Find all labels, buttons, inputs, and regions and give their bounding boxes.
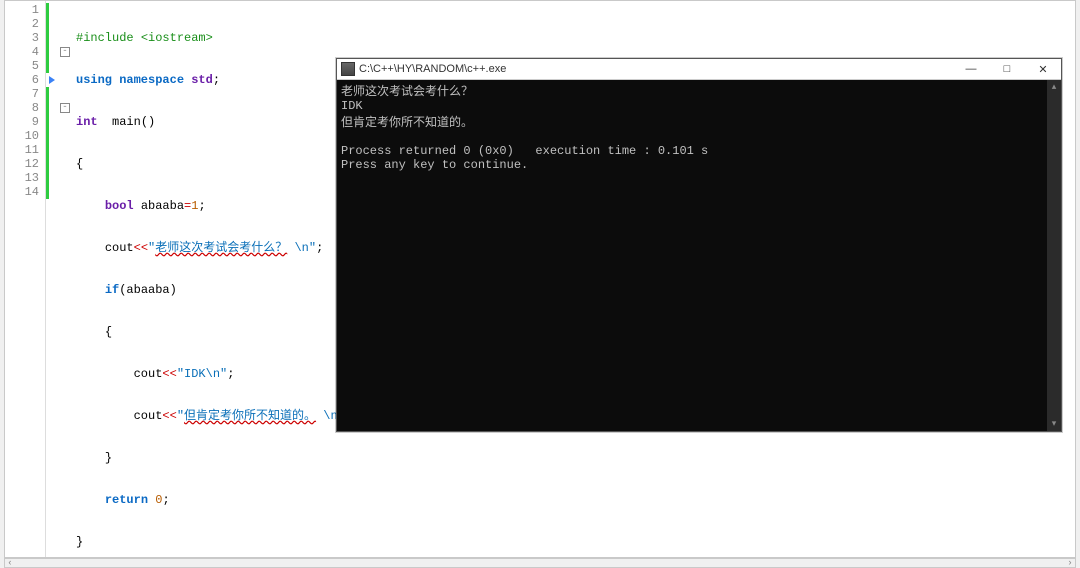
line-number: 3 [5, 31, 45, 45]
line-number: 13 [5, 171, 45, 185]
line-number: 4 [5, 45, 45, 59]
line-number: 9 [5, 115, 45, 129]
change-mark-icon [46, 87, 49, 101]
change-mark-icon [46, 171, 49, 185]
change-mark-icon [46, 59, 49, 73]
editor-horizontal-scrollbar[interactable]: ‹ › [4, 558, 1076, 568]
line-number: 7 [5, 87, 45, 101]
line-number: 6 [5, 73, 45, 87]
console-output[interactable]: 老师这次考试会考什么？ IDK 但肯定考你所不知道的。 Process retu… [337, 80, 1061, 431]
line-number: 1 [5, 3, 45, 17]
change-mark-icon [46, 115, 49, 129]
console-app-icon [341, 62, 355, 76]
line-number: 10 [5, 129, 45, 143]
current-line-arrow-icon [49, 76, 55, 84]
console-scrollbar[interactable]: ▴ ▾ [1047, 80, 1061, 431]
close-icon: ✕ [1038, 63, 1047, 76]
line-number-gutter: 1 2 3 4 5 6 7 8 9 10 11 12 13 14 [5, 1, 46, 557]
line-number: 5 [5, 59, 45, 73]
fold-gutter: - - [58, 1, 72, 557]
console-window[interactable]: C:\C++\HY\RANDOM\c++.exe — □ ✕ 老师这次考试会考什… [336, 58, 1062, 432]
change-mark-icon [46, 129, 49, 143]
scroll-down-icon[interactable]: ▾ [1047, 417, 1061, 431]
change-mark-icon [46, 31, 49, 45]
line-number: 12 [5, 157, 45, 171]
fold-toggle-icon[interactable]: - [60, 47, 70, 57]
console-title-bar[interactable]: C:\C++\HY\RANDOM\c++.exe — □ ✕ [337, 59, 1061, 80]
scroll-left-icon[interactable]: ‹ [5, 558, 15, 568]
change-mark-icon [46, 45, 49, 59]
window-controls: — □ ✕ [953, 59, 1061, 79]
change-mark-icon [46, 101, 49, 115]
minimize-button[interactable]: — [953, 59, 989, 79]
fold-toggle-icon[interactable]: - [60, 103, 70, 113]
change-mark-icon [46, 185, 49, 199]
change-mark-icon [46, 17, 49, 31]
change-mark-icon [46, 143, 49, 157]
line-number: 2 [5, 17, 45, 31]
line-number: 11 [5, 143, 45, 157]
console-title: C:\C++\HY\RANDOM\c++.exe [359, 63, 953, 75]
minimize-icon: — [966, 63, 977, 75]
maximize-button[interactable]: □ [989, 59, 1025, 79]
line-number: 8 [5, 101, 45, 115]
line-number: 14 [5, 185, 45, 199]
maximize-icon: □ [1004, 63, 1011, 75]
change-marks-gutter [46, 1, 58, 557]
scroll-right-icon[interactable]: › [1065, 558, 1075, 568]
close-button[interactable]: ✕ [1025, 59, 1061, 79]
scroll-up-icon[interactable]: ▴ [1047, 80, 1061, 94]
change-mark-icon [46, 157, 49, 171]
change-mark-icon [46, 3, 49, 17]
